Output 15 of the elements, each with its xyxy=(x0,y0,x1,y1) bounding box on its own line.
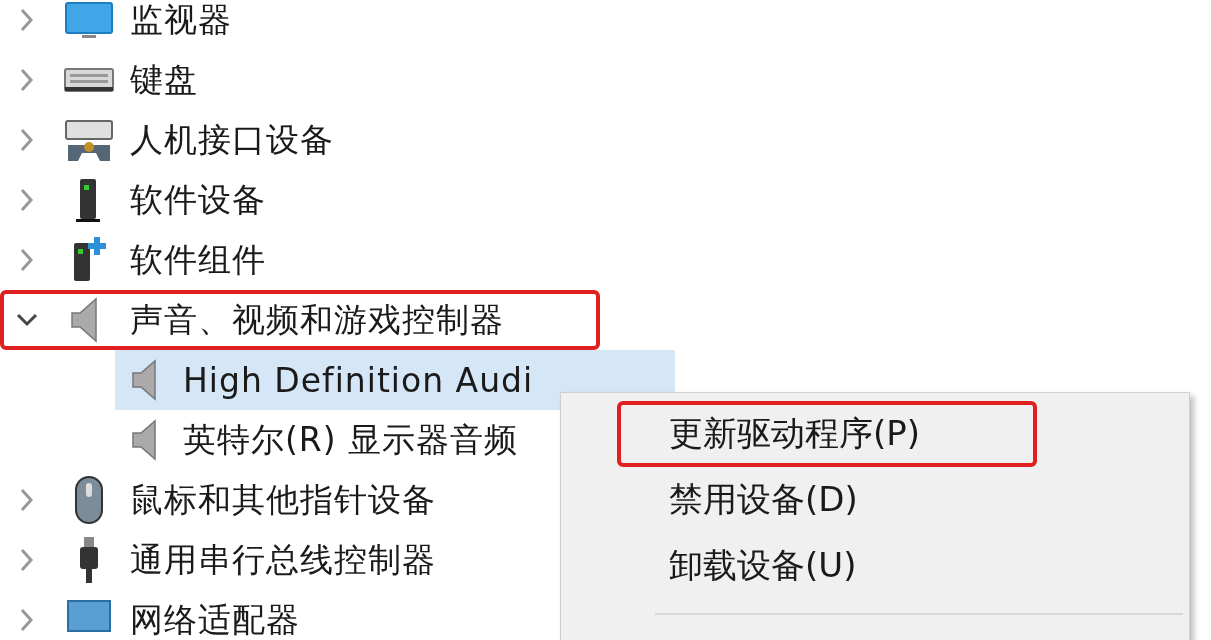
menu-item[interactable]: 禁用设备(D) xyxy=(617,467,1037,533)
tree-item[interactable]: 键盘 xyxy=(130,57,198,103)
tree-item[interactable]: 通用串行总线控制器 xyxy=(130,537,436,583)
tree-item[interactable]: 声音、视频和游戏控制器 xyxy=(130,297,504,343)
tree-item[interactable]: 监视器 xyxy=(130,0,232,43)
tree-item[interactable]: 软件设备 xyxy=(130,177,266,223)
tree-item-label: 英特尔(R) 显示器音频 xyxy=(183,418,519,461)
tree-item[interactable]: 软件组件 xyxy=(130,237,266,283)
menu-item[interactable]: 卸载设备(U) xyxy=(617,533,1037,599)
tree-item[interactable]: 鼠标和其他指针设备 xyxy=(130,477,436,523)
tree-item[interactable]: 人机接口设备 xyxy=(130,117,334,163)
tree-item-label: High Definition Audi xyxy=(183,360,534,400)
tree-item[interactable]: High Definition Audi xyxy=(115,350,675,410)
menu-item[interactable]: 更新驱动程序(P) xyxy=(617,401,1037,467)
tree-item[interactable]: 网络适配器 xyxy=(130,597,300,640)
